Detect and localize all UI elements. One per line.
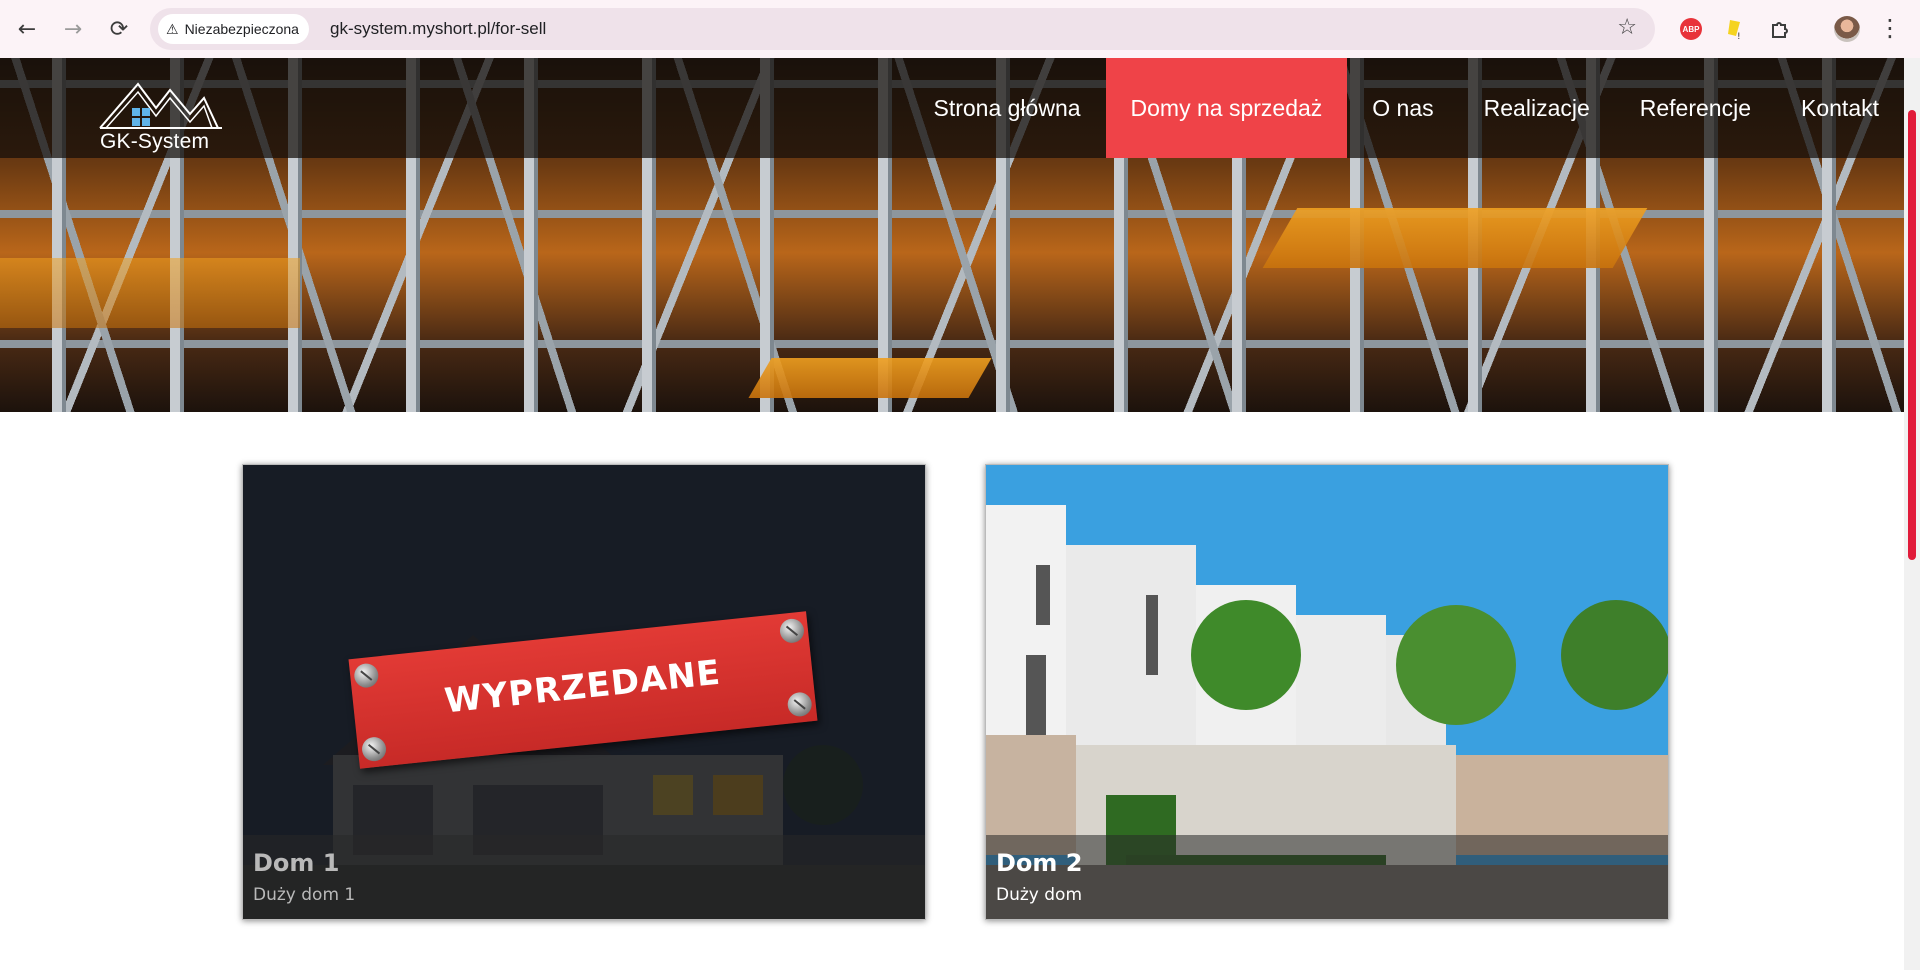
forward-icon[interactable]: → [58, 14, 88, 44]
card-caption: Dom 1 Duży dom 1 [243, 835, 925, 919]
card-title: Dom 1 [253, 849, 340, 877]
card-subtitle: Duży dom [996, 885, 1083, 905]
svg-text:!: ! [1737, 32, 1741, 40]
profile-avatar-icon[interactable] [1834, 16, 1860, 42]
menu-item-about[interactable]: O nas [1347, 58, 1458, 158]
site-navbar: GK-System Strona główna Domy na sprzedaż… [0, 58, 1904, 158]
listing-card[interactable]: Dom 2 Duży dom [985, 464, 1669, 920]
menu-item-houses-for-sale[interactable]: Domy na sprzedaż [1105, 58, 1348, 158]
hero-scaffolding-image: GK-System Strona główna Domy na sprzedaż… [0, 58, 1904, 412]
back-icon[interactable]: ← [12, 14, 42, 44]
security-chip[interactable]: ⚠ Niezabezpieczona [158, 14, 309, 44]
warning-icon: ⚠ [166, 20, 179, 37]
puzzle-extensions-icon[interactable] [1767, 16, 1793, 42]
page-scrollbar[interactable] [1904, 58, 1920, 970]
card-subtitle: Duży dom 1 [253, 885, 356, 905]
address-bar[interactable]: ⚠ Niezabezpieczona gk-system.myshort.pl/… [150, 8, 1655, 50]
browser-menu-icon[interactable]: ⋮ [1878, 14, 1902, 42]
main-menu: Strona główna Domy na sprzedaż O nas Rea… [908, 58, 1904, 158]
screw-icon [778, 617, 806, 645]
url-text[interactable]: gk-system.myshort.pl/for-sell [330, 19, 546, 39]
bookmark-star-icon[interactable]: ☆ [1617, 15, 1637, 40]
menu-item-realizations[interactable]: Realizacje [1459, 58, 1615, 158]
screw-icon [353, 662, 380, 689]
screw-icon [786, 691, 813, 718]
yellow-extension-icon[interactable]: ! [1722, 16, 1748, 42]
browser-toolbar: ← → ⟳ ⚠ Niezabezpieczona gk-system.mysho… [0, 0, 1920, 58]
logo-text[interactable]: GK-System [100, 130, 209, 154]
menu-item-references[interactable]: Referencje [1615, 58, 1776, 158]
card-caption: Dom 2 Duży dom [986, 835, 1668, 919]
scrollbar-thumb[interactable] [1908, 110, 1916, 560]
reload-icon[interactable]: ⟳ [104, 14, 134, 44]
security-label: Niezabezpieczona [184, 21, 299, 37]
menu-item-home[interactable]: Strona główna [908, 58, 1105, 158]
listing-card[interactable]: WYPRZEDANE Dom 1 Duży dom 1 [242, 464, 926, 920]
card-title: Dom 2 [996, 849, 1083, 877]
screw-icon [360, 735, 388, 763]
menu-item-contact[interactable]: Kontakt [1776, 58, 1904, 158]
sold-label: WYPRZEDANE [442, 652, 723, 722]
page: GK-System Strona główna Domy na sprzedaż… [0, 58, 1904, 970]
adblock-plus-icon[interactable]: ABP [1678, 16, 1704, 42]
